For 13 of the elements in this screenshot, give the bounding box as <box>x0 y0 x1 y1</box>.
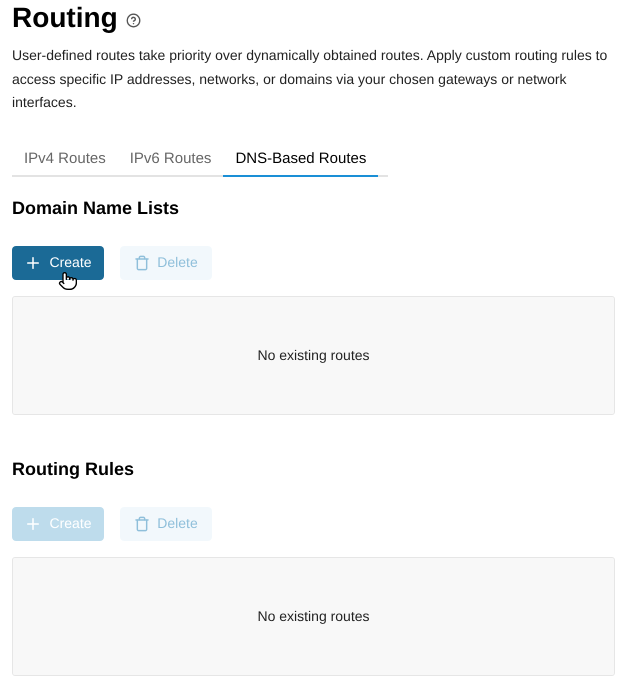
section-heading: Domain Name Lists <box>12 196 180 220</box>
section-heading: Routing Rules <box>12 458 135 481</box>
page-title: Routing <box>12 2 118 34</box>
trash-icon <box>134 516 150 532</box>
tab[interactable]: IPv6 Routes <box>118 144 224 176</box>
tab[interactable]: IPv4 Routes <box>12 144 118 176</box>
create-button[interactable]: Create <box>12 246 104 280</box>
empty-message: No existing routes <box>257 346 370 365</box>
help-icon[interactable] <box>126 12 141 28</box>
trash-icon <box>134 254 150 270</box>
description-text: User-defined routes take priority over dynamically obtained routes. Apply custom routing rules to access specific IP addresses, networks, or domains via your chosen gateways or network interfaces. <box>12 46 608 112</box>
tab[interactable]: DNS-Based Routes <box>223 144 378 176</box>
empty-message: No existing routes <box>257 606 370 626</box>
